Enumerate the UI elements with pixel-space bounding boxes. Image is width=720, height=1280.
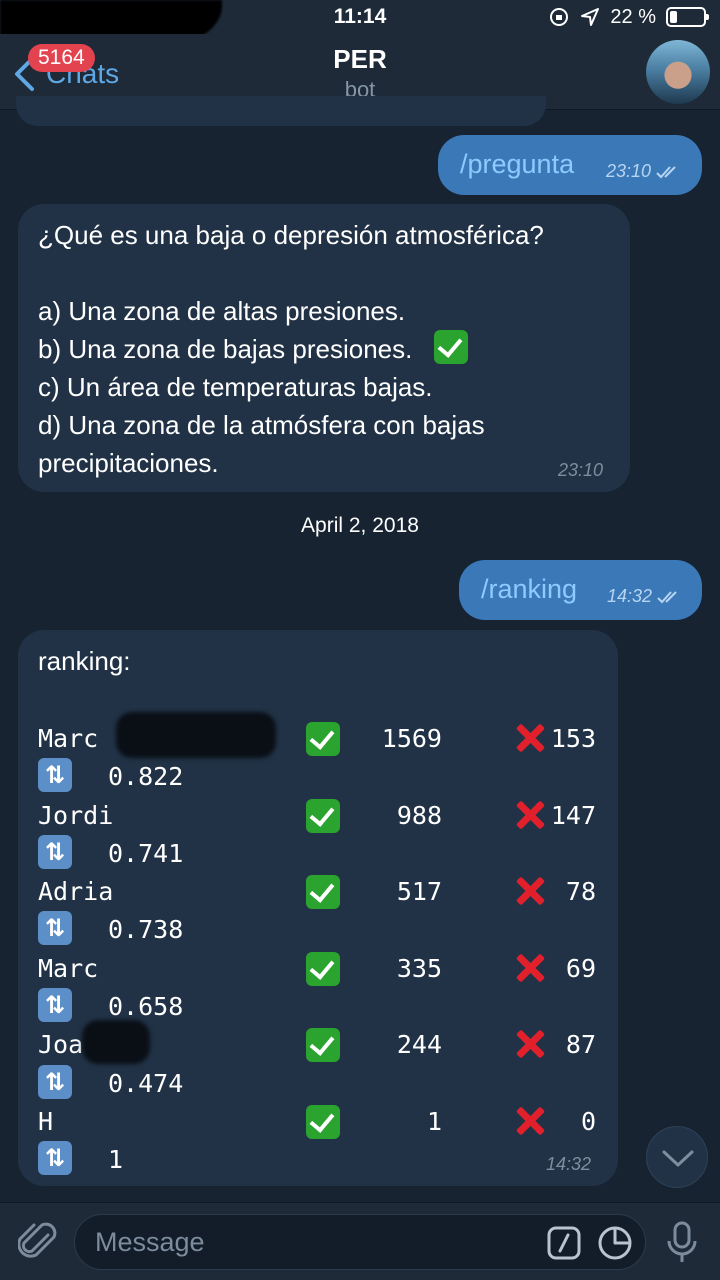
ratio-value: 0.741 [108,838,184,868]
status-right: 22 % [548,4,709,30]
player-name: Marc [38,724,99,753]
ranking-row: Marc 335 69 [38,950,618,988]
repeat-icon: ⇅ [38,834,72,869]
ratio-value: 1 [108,1145,124,1175]
question-line: ¿Qué es una baja o depresión atmosférica… [38,220,544,250]
check-mark-icon [306,722,340,756]
question-line: a) Una zona de altas presiones. [38,296,406,326]
sticker-icon[interactable] [597,1225,633,1261]
ranking-row: Adria 517 78 [38,873,618,911]
battery-level [670,11,678,23]
date-separator: April 2, 2018 [301,514,419,537]
wrong-count: 147 [550,800,596,830]
ratio-value: 0.822 [108,762,184,792]
ranking-header: ranking: [38,646,131,676]
message-input[interactable] [95,1223,535,1261]
outgoing-message: /ranking 14:32 [459,560,702,620]
cross-mark-icon [512,950,548,986]
previous-message [16,96,546,126]
scroll-down-button[interactable] [646,1126,708,1188]
cross-mark-icon [512,720,548,756]
ratio-value: 0.658 [108,992,184,1022]
avatar[interactable] [646,40,710,104]
repeat-icon: ⇅ [38,1141,72,1176]
ratio-value: 0.738 [108,915,184,945]
correct-count: 517 [396,877,442,907]
bot-command-icon[interactable] [547,1226,581,1260]
question-line: d) Una zona de la atmósfera con bajas [38,410,485,440]
question-line [38,254,618,292]
correct-count: 988 [396,800,442,830]
ranking-message: ranking: Marc 1569 153 ⇅ 0.822 Jordi 988 147 ⇅ 0.… [18,630,618,1186]
battery-percent: 22 % [610,5,656,28]
check-mark-icon [306,875,340,910]
chevron-down-icon [662,1150,694,1167]
cross-mark-icon [512,1103,548,1139]
ranking-ratio-row: ⇅ 0.741 [38,834,618,873]
wrong-count: 78 [565,877,596,907]
cross-mark-icon [512,1026,548,1062]
check-mark-icon [306,951,340,986]
correct-count: 1569 [381,724,442,753]
repeat-icon: ⇅ [38,758,72,793]
ranking-ratio-row: ⇅ 0.738 [38,911,618,949]
ratio-value: 0.474 [108,1068,184,1098]
microphone-icon[interactable] [664,1221,700,1265]
wrong-count: 87 [565,1030,596,1060]
message-time: 14:32 [607,586,653,606]
wrong-count: 0 [580,1106,596,1136]
player-name: Jordi [38,800,114,830]
message-field[interactable] [74,1214,646,1270]
ranking-ratio-row: ⇅ 0.822 [38,758,618,796]
location-icon [581,8,600,26]
player-name: H [38,1106,54,1136]
question-line: b) Una zona de bajas presiones. [38,330,618,368]
incoming-message: ¿Qué es una baja o depresión atmosférica… [18,204,630,492]
player-name: Adria [38,877,114,907]
paperclip-icon[interactable] [18,1221,58,1263]
correct-count: 335 [396,953,442,983]
repeat-icon: ⇅ [38,1064,72,1099]
cross-mark-icon [512,797,548,833]
check-mark-icon [306,1028,340,1063]
message-time: 23:10 [606,161,652,181]
answer-text: b) Una zona de bajas presiones. [38,334,413,364]
message-meta: 23:10 [606,161,681,182]
player-name: Joa [38,1030,84,1060]
player-name: Marc [38,953,99,983]
correct-count: 1 [426,1106,442,1136]
question-text: ¿Qué es una baja o depresión atmosférica… [38,216,618,482]
ranking-row: H 1 0 [38,1103,618,1141]
check-mark-icon [433,330,468,364]
double-check-icon [656,165,676,178]
outgoing-message: /pregunta 23:10 [438,135,702,195]
question-line: precipitaciones. [38,448,219,478]
command-link[interactable]: /ranking [481,574,577,605]
ranking-table: Marc 1569 153 ⇅ 0.822 Jordi 988 147 ⇅ 0.741 Adria 5… [38,720,618,1180]
message-time: 23:10 [558,460,604,480]
orientation-lock-icon [550,8,569,26]
correct-count: 244 [396,1030,442,1060]
composer [0,1202,720,1280]
cross-mark-icon [512,873,548,909]
ranking-row: Jordi 988 147 [38,797,618,835]
double-check-icon [657,590,677,603]
wrong-count: 153 [550,724,596,753]
redacted-name [116,712,276,758]
check-mark-icon [306,1104,340,1139]
message-meta: 14:32 [607,586,682,607]
repeat-icon: ⇅ [38,911,72,946]
check-mark-icon [306,798,340,833]
redacted-name [82,1020,150,1064]
command-link[interactable]: /pregunta [460,149,574,180]
wrong-count: 69 [565,953,596,983]
ranking-ratio-row: ⇅ 1 [38,1141,618,1179]
status-bar: 11:14 22 % [0,0,720,46]
chat-title[interactable]: PER [0,44,720,75]
repeat-icon: ⇅ [38,988,72,1023]
battery-icon [666,7,709,27]
ranking-ratio-row: ⇅ 0.474 [38,1064,618,1103]
message-time: 14:32 [546,1154,592,1174]
question-line: c) Un área de temperaturas bajas. [38,372,433,402]
